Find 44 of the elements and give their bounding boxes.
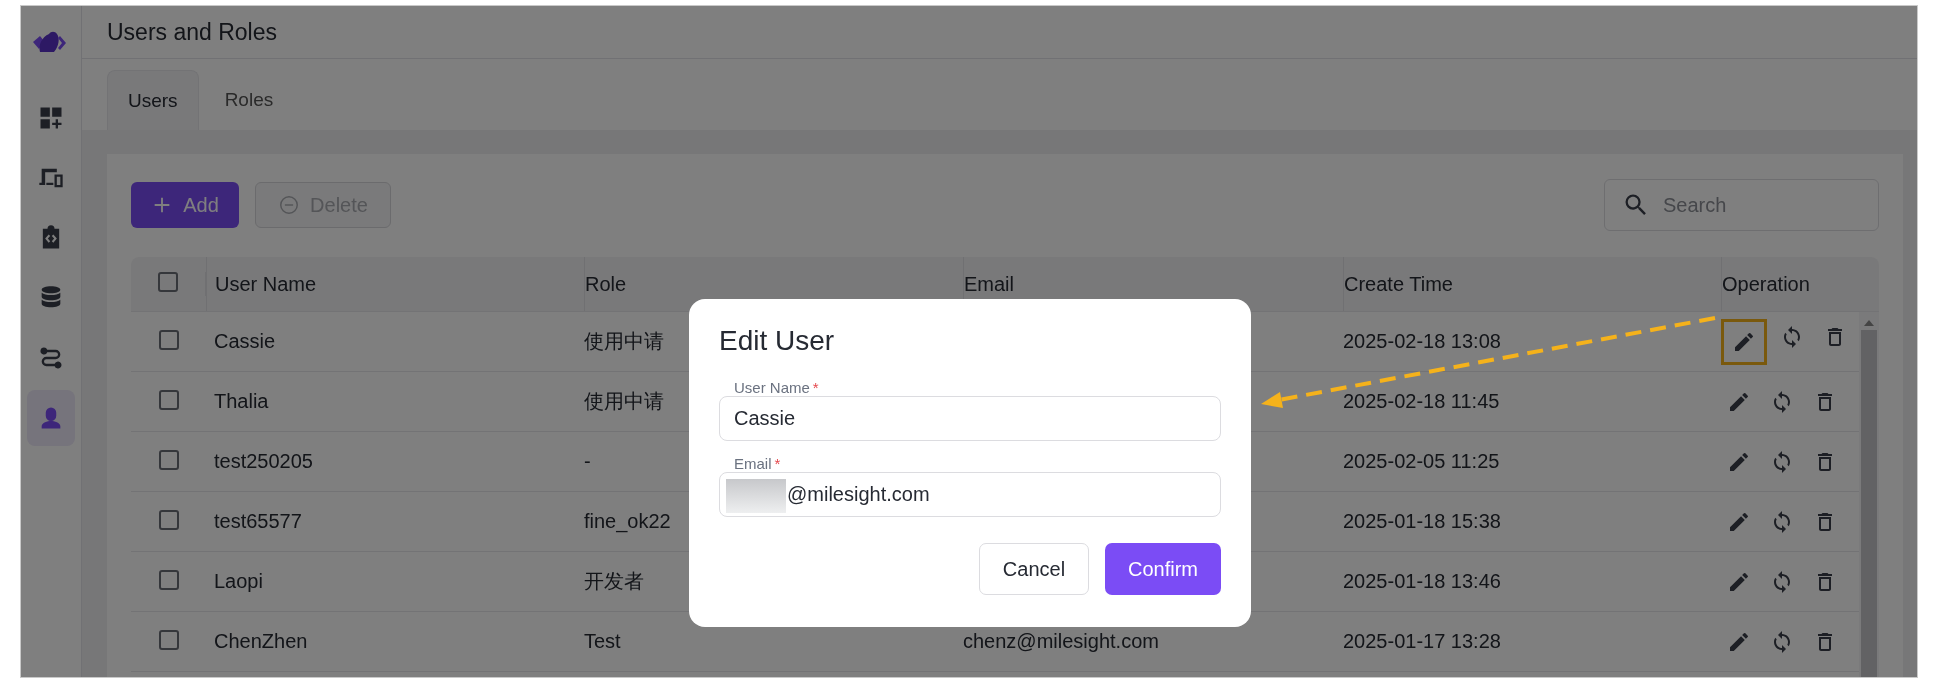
dialog-title: Edit User: [719, 325, 836, 357]
minus-circle-icon: [278, 194, 301, 216]
confirm-button[interactable]: Confirm: [1105, 543, 1221, 595]
add-button[interactable]: Add: [131, 182, 239, 228]
table-cell: 2025-01-18 15:38: [1343, 510, 1501, 532]
table-cell: Thalia: [214, 390, 269, 412]
table-cell: test65577: [214, 510, 302, 532]
tab[interactable]: Roles: [204, 70, 294, 130]
column-header: Operation: [1721, 257, 1859, 311]
input-field[interactable]: @milesight.com: [719, 472, 1221, 517]
tab[interactable]: Users: [107, 70, 199, 130]
table-cell: 2025-02-18 13:08: [1343, 330, 1501, 352]
table-cell: ChenZhen: [214, 630, 308, 652]
table-cell: 使用中请: [584, 390, 664, 412]
table-cell: 开发者: [584, 570, 644, 592]
checkbox[interactable]: [158, 569, 179, 590]
table-cell: 2025-01-17 13:28: [1343, 630, 1501, 652]
table-cell: -: [584, 450, 591, 472]
page-title: Users and Roles: [107, 18, 278, 46]
table-cell: fine_ok22: [584, 510, 671, 532]
checkbox[interactable]: [158, 389, 179, 410]
search-field[interactable]: Search: [1604, 179, 1879, 231]
column-header: Create Time: [1343, 257, 1721, 311]
checkbox[interactable]: [158, 629, 179, 650]
table-cell: 2025-02-18 11:45: [1343, 390, 1500, 412]
table-cell: chenz@milesight.com: [963, 630, 1159, 652]
column-header: User Name: [206, 257, 584, 311]
input-field[interactable]: Cassie: [719, 396, 1221, 441]
table-cell: Cassie: [214, 330, 276, 352]
scrollbar[interactable]: [1859, 312, 1879, 677]
checkbox[interactable]: [158, 329, 179, 350]
checkbox[interactable]: [158, 449, 179, 470]
checkbox[interactable]: [158, 509, 179, 530]
scroll-up-icon[interactable]: [1864, 320, 1874, 326]
checkbox[interactable]: [158, 272, 178, 292]
table-cell: Test: [584, 630, 621, 652]
table-cell: 2025-01-18 13:46: [1343, 570, 1501, 592]
table-cell: test250205: [214, 450, 313, 472]
table-cell: 2025-02-05 11:25: [1343, 450, 1500, 472]
table-cell: Laopi: [214, 570, 263, 592]
sidebar-item[interactable]: [27, 390, 75, 446]
table-cell: 使用中请: [584, 330, 664, 352]
edit-button[interactable]: [1721, 318, 1767, 365]
cancel-button[interactable]: Cancel: [979, 543, 1089, 595]
